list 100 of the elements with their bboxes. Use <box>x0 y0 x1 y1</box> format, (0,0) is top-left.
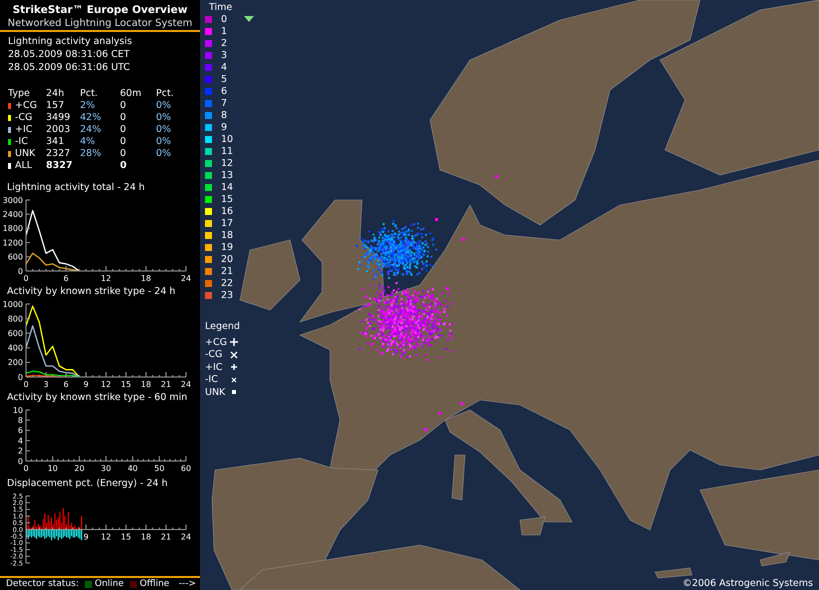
status-label: Online <box>94 579 124 589</box>
legend-title: Time <box>208 1 234 13</box>
axis-label: 9 <box>83 532 89 542</box>
strike-type-label: UNK <box>205 386 226 398</box>
axis-label: 1000 <box>2 300 23 309</box>
axis-label: 40 <box>128 464 138 473</box>
table-cell-text: 0 <box>120 148 128 160</box>
hour-label: 6 <box>221 86 228 96</box>
axis-label: 12 <box>100 532 112 542</box>
axis-label: 0 <box>23 380 29 389</box>
axis-label: 2 <box>18 446 23 456</box>
axis-label: 10 <box>48 464 58 473</box>
axis-label: 0 <box>18 372 23 382</box>
hour-label: 19 <box>221 242 234 252</box>
axis-label: 0 <box>23 274 29 283</box>
axis-label: 2400 <box>2 210 23 219</box>
hour-label: 16 <box>221 206 234 216</box>
axis-label: 18 <box>140 380 152 389</box>
axis-label: 12 <box>100 274 112 283</box>
hour-label: 15 <box>221 194 234 204</box>
hour-label: 10 <box>221 134 234 144</box>
strike-type-label: +CG <box>205 336 226 348</box>
hour-label: 3 <box>221 50 228 60</box>
axis-label: 600 <box>8 329 23 338</box>
table-cell-text: 2327 <box>46 148 72 160</box>
axis-label: 15 <box>120 532 132 542</box>
type-label: UNK <box>15 148 36 160</box>
table-cell-text: 42% <box>80 112 102 124</box>
table-cell-text: 2003 <box>46 124 72 136</box>
hour-label: 17 <box>221 218 234 228</box>
hour-label: 23 <box>221 290 234 300</box>
type-label: ALL <box>15 160 32 172</box>
axis-label: 400 <box>8 344 23 353</box>
column-header: Type <box>8 88 31 100</box>
axis-label: 60 <box>180 464 192 473</box>
table-cell-text: 4% <box>80 136 96 148</box>
status-title: Detector status: <box>6 579 79 589</box>
axis-label: 12 <box>100 380 112 389</box>
hour-label: 9 <box>221 122 228 132</box>
app-subtitle: Networked Lightning Locator System <box>6 17 194 30</box>
axis-label: 200 <box>8 358 23 368</box>
table-cell-text: 28% <box>80 148 102 160</box>
axis-label: 6 <box>63 380 69 389</box>
chart-title: Displacement pct. (Energy) - 24 h <box>6 478 169 490</box>
table-cell-text: 24% <box>80 124 102 136</box>
axis-label: 0 <box>18 456 23 466</box>
hour-label: 13 <box>221 170 234 180</box>
table-cell-text: 341 <box>46 136 66 148</box>
chart-title: Lightning activity total - 24 h <box>6 182 146 194</box>
hour-label: 12 <box>221 158 234 168</box>
axis-label: 21 <box>160 532 172 542</box>
column-header: Pct. <box>80 88 99 100</box>
table-cell-text: 8327 <box>46 160 74 172</box>
table-cell-text: 2% <box>80 100 96 112</box>
axis-label: 18 <box>140 274 152 283</box>
axis-label: 0 <box>18 266 23 276</box>
column-header: Pct. <box>156 88 175 100</box>
copyright-text: ©2006 Astrogenic Systems <box>682 578 813 589</box>
table-cell-text: 0 <box>120 124 128 136</box>
axis-label: 8 <box>18 416 23 425</box>
column-header: 24h <box>46 88 66 100</box>
chart-title: Activity by known strike type - 24 h <box>6 286 176 298</box>
hour-label: 8 <box>221 110 228 120</box>
table-cell-text: 0% <box>156 148 172 160</box>
axis-label: 6 <box>18 426 23 436</box>
hour-label: 11 <box>221 146 234 156</box>
status-label: Offline <box>140 579 170 589</box>
section-title: Lightning activity analysis <box>8 36 133 48</box>
axis-label: 800 <box>8 314 23 324</box>
axis-label: 24 <box>180 274 192 283</box>
axis-label: 24 <box>180 532 192 542</box>
timestamp: 28.05.2009 08:31:06 CET <box>8 49 131 61</box>
hour-label: 2 <box>221 38 228 48</box>
axis-label: 20 <box>74 464 84 473</box>
table-cell-text: 3499 <box>46 112 72 124</box>
table-cell-text: 0 <box>120 136 128 148</box>
axis-label: 0 <box>23 464 29 473</box>
type-label: +CG <box>15 100 37 112</box>
table-cell-text: 0 <box>120 160 128 172</box>
app-title: StrikeStar™ Europe Overview <box>12 3 188 17</box>
strike-type-label: -IC <box>205 374 219 386</box>
axis-label: 15 <box>120 380 132 389</box>
axis-label: 4 <box>18 436 23 446</box>
axis-label: 1200 <box>2 238 23 248</box>
axis-label: 18 <box>140 532 152 542</box>
table-cell-text: 0% <box>156 112 172 124</box>
hour-label: 14 <box>221 182 234 192</box>
axis-label: 1800 <box>2 224 23 234</box>
table-cell-text: 0% <box>156 124 172 136</box>
column-header: 60m <box>120 88 142 100</box>
axis-label: 600 <box>8 252 23 262</box>
hour-label: 1 <box>221 26 228 36</box>
hour-label: 4 <box>221 62 228 72</box>
table-cell-text: 0% <box>156 100 172 112</box>
axis-label: 10 <box>12 406 23 415</box>
axis-label: 50 <box>154 464 164 473</box>
hour-label: 7 <box>221 98 228 108</box>
axis-label: 24 <box>180 380 192 389</box>
axis-label: 3 <box>43 380 49 389</box>
hour-label: 20 <box>221 254 234 264</box>
